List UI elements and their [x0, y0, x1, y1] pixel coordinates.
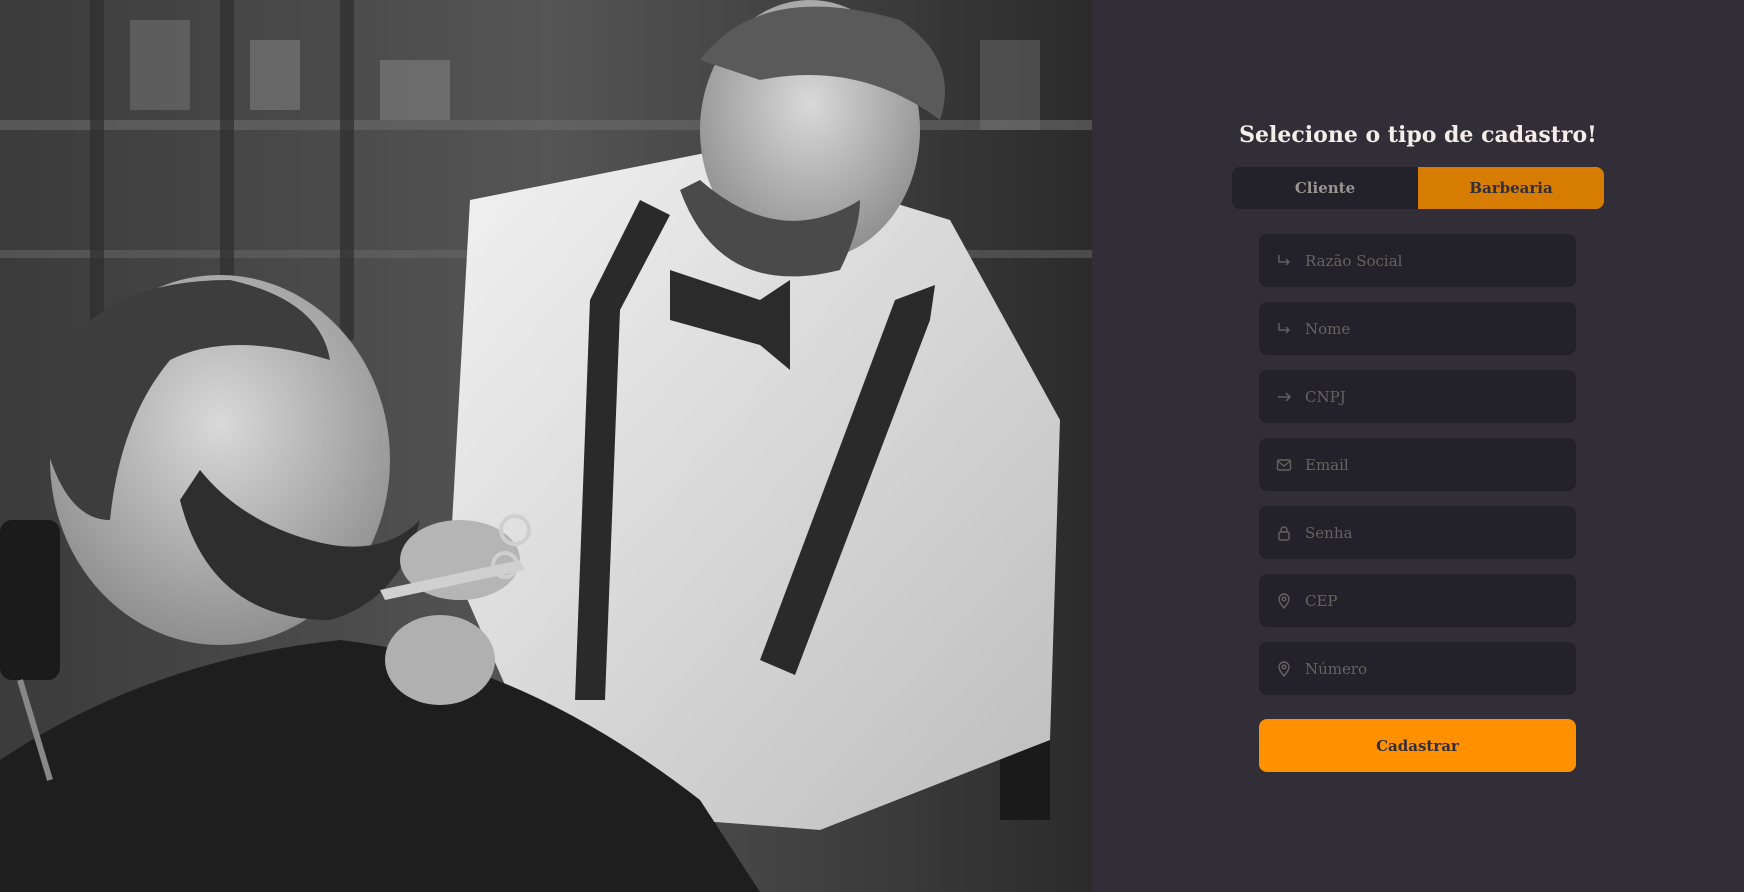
senha-input[interactable]: [1305, 523, 1565, 542]
nome-input[interactable]: [1305, 319, 1565, 338]
razao-social-input[interactable]: [1305, 251, 1565, 270]
signup-type-tabs: Cliente Barbearia: [1232, 167, 1604, 209]
cep-field[interactable]: [1259, 574, 1576, 627]
cadastrar-button[interactable]: Cadastrar: [1259, 719, 1576, 772]
numero-input[interactable]: [1305, 659, 1565, 678]
barbershop-photo: [0, 0, 1092, 892]
signup-form-panel: Selecione o tipo de cadastro! Cliente Ba…: [1092, 0, 1744, 892]
map-pin-icon: [1275, 660, 1293, 678]
senha-field[interactable]: [1259, 506, 1576, 559]
signup-page: Selecione o tipo de cadastro! Cliente Ba…: [0, 0, 1744, 892]
page-title: Selecione o tipo de cadastro!: [1239, 122, 1597, 148]
arrow-right-icon: [1275, 388, 1293, 406]
map-pin-icon: [1275, 592, 1293, 610]
tab-cliente[interactable]: Cliente: [1232, 167, 1418, 209]
numero-field[interactable]: [1259, 642, 1576, 695]
lock-icon: [1275, 524, 1293, 542]
nome-field[interactable]: [1259, 302, 1576, 355]
cnpj-field[interactable]: [1259, 370, 1576, 423]
cnpj-input[interactable]: [1305, 387, 1565, 406]
mail-icon: [1275, 456, 1293, 474]
corner-down-right-icon: [1275, 320, 1293, 338]
tab-barbearia[interactable]: Barbearia: [1418, 167, 1604, 209]
cep-input[interactable]: [1305, 591, 1565, 610]
signup-fields: [1259, 234, 1576, 710]
email-field[interactable]: [1259, 438, 1576, 491]
corner-down-right-icon: [1275, 252, 1293, 270]
razao-social-field[interactable]: [1259, 234, 1576, 287]
barber-illustration: [0, 0, 1092, 892]
email-input[interactable]: [1305, 455, 1565, 474]
